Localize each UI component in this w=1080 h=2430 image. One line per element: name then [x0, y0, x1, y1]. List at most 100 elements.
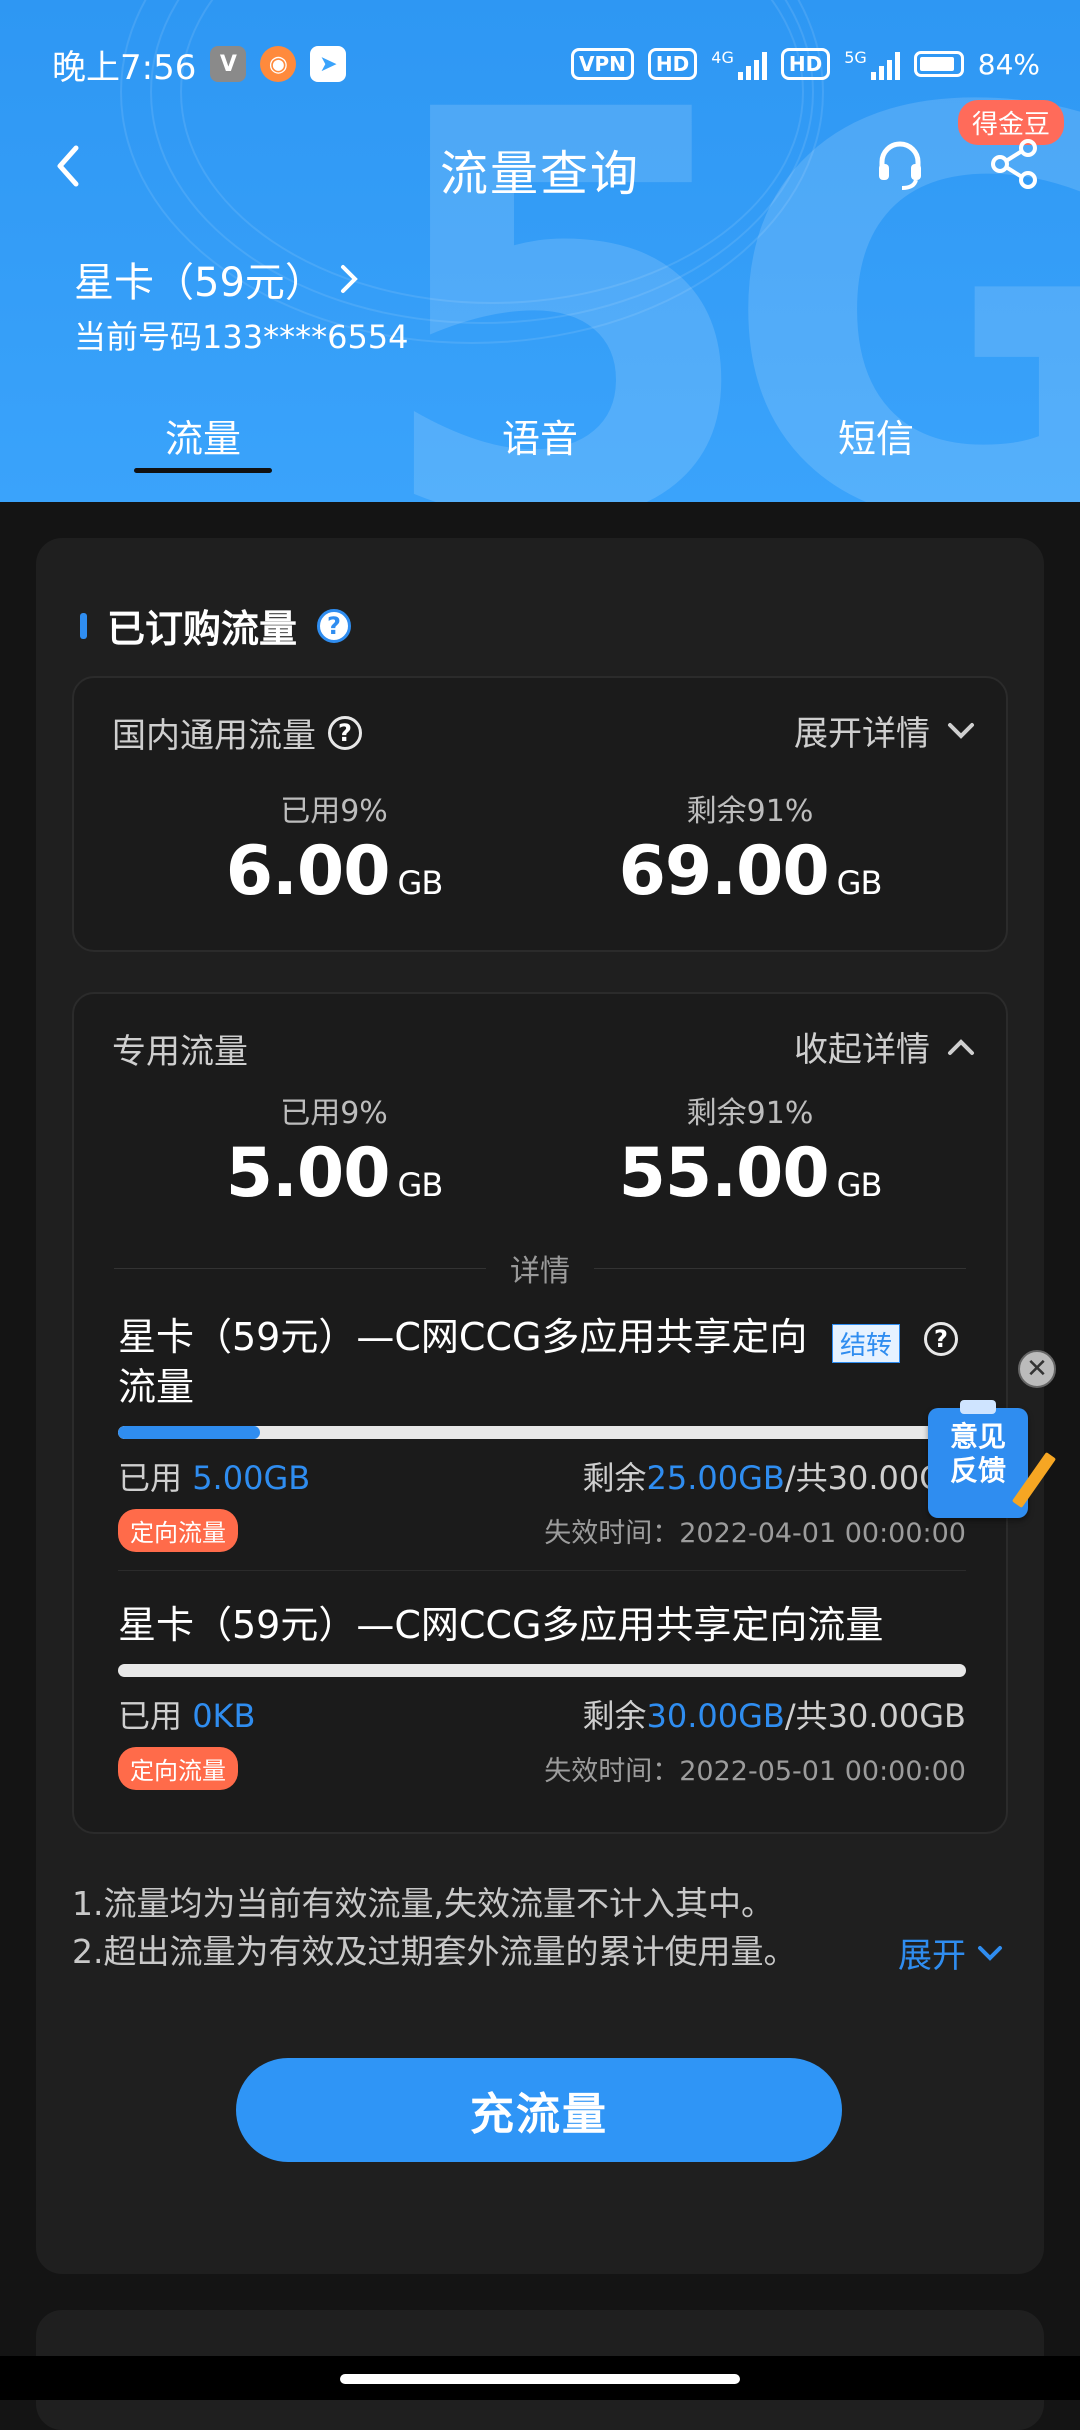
battery-icon [913, 51, 964, 77]
network-type: 4G [711, 47, 734, 67]
unit-label: GB [397, 864, 444, 902]
status-bar: 晚上7:56 V ◉ ➤ VPN HD 4G HD 5G 84% [52, 38, 1040, 90]
used-percent-label: 已用9% [280, 794, 388, 829]
dedicated-data-panel: 专用流量 收起详情 已用9% 5.00 GB 剩余91% 55.00 GB 详情 星… [72, 992, 1008, 1834]
used-amount: 5.00 [225, 1134, 391, 1213]
notes: 1.流量均为当前有效流量,失效流量不计入其中。 2.超出流量为有效及过期套外流量… [72, 1880, 1012, 1976]
details-label: 详情 [510, 1254, 570, 1289]
details-divider: 详情 [114, 1248, 966, 1289]
remaining-value: 55.00 GB [590, 1134, 910, 1213]
chevron-right-icon [340, 265, 358, 293]
item-name: 星卡（59元）—C网CCG多应用共享定向流量 [118, 1603, 884, 1647]
help-icon[interactable]: ? [924, 1322, 959, 1356]
usage-progress-fill [118, 1426, 260, 1439]
used-line: 已用 0KB [118, 1691, 255, 1737]
header: 5G 晚上7:56 V ◉ ➤ VPN HD 4G HD 5G 84% 得金豆 … [0, 0, 1080, 502]
dedicated-title-label: 专用流量 [112, 1032, 248, 1072]
hd-indicator: HD [780, 48, 831, 80]
domestic-remaining-stat: 剩余91% 69.00 GB [590, 786, 910, 911]
tab-sms[interactable]: 短信 [786, 408, 966, 463]
tag-row: 定向流量 失效时间：2022-04-01 00:00:00 [118, 1509, 966, 1552]
subscribed-data-card: 已订购流量 ? 国内通用流量 ? 展开详情 已用9% 6.00 GB 剩余91% … [36, 538, 1044, 2274]
tag-row: 定向流量 失效时间：2022-05-01 00:00:00 [118, 1747, 966, 1790]
expire-time: 失效时间：2022-05-01 00:00:00 [544, 1756, 966, 1787]
clipboard-clip [960, 1400, 996, 1414]
remaining-amount: 30.00GB [646, 1697, 785, 1735]
remaining-percent-label: 剩余91% [686, 794, 814, 829]
used-prefix: 已用 [118, 1697, 183, 1735]
used-amount: 6.00 [225, 832, 391, 911]
transfer-tag: 结转 [832, 1324, 901, 1363]
feedback-label: 意见 [949, 1420, 1006, 1453]
help-icon[interactable]: ? [317, 608, 352, 643]
tab-indicator [134, 468, 272, 473]
remaining-prefix: 剩余 [582, 1459, 647, 1497]
chevron-up-icon [948, 1038, 974, 1055]
remaining-prefix: 剩余 [582, 1697, 647, 1735]
plan-name-label: 星卡（59元） [74, 260, 325, 306]
section-heading: 已订购流量 ? [80, 598, 352, 653]
domestic-title: 国内通用流量 ? [112, 708, 362, 757]
close-feedback-button[interactable]: ✕ [1018, 1350, 1056, 1388]
feedback-button[interactable]: 意见 反馈 [928, 1400, 1057, 1518]
note-line: 1.流量均为当前有效流量,失效流量不计入其中。 [72, 1884, 774, 1923]
domestic-data-panel: 国内通用流量 ? 展开详情 已用9% 6.00 GB 剩余91% 69.00 GB [72, 676, 1008, 952]
feedback-label: 反馈 [949, 1454, 1006, 1487]
item-name: 星卡（59元）—C网CCG多应用共享定向流量 [118, 1315, 808, 1409]
expand-notes-label: 展开 [898, 1936, 966, 1976]
app-v-icon: V [210, 46, 247, 82]
app-orange-icon: ◉ [260, 46, 297, 82]
domestic-title-label: 国内通用流量 [112, 716, 316, 756]
dedicated-remaining-stat: 剩余91% 55.00 GB [590, 1088, 910, 1213]
used-value: 5.00 GB [174, 1134, 494, 1213]
domestic-used-stat: 已用9% 6.00 GB [174, 786, 494, 911]
usage-progress-bar [118, 1426, 966, 1439]
top-up-data-button[interactable]: 充流量 [236, 2058, 842, 2162]
total-amount: /共30.00GB [784, 1697, 966, 1735]
status-time: 晚上7:56 [52, 47, 197, 88]
vpn-indicator: VPN [571, 48, 634, 80]
unit-label: GB [836, 864, 883, 902]
customer-service-button[interactable] [870, 134, 930, 194]
remaining-line: 剩余30.00GB/共30.00GB [582, 1691, 966, 1737]
plan-selector[interactable]: 星卡（59元） [74, 250, 361, 308]
used-value: 6.00 GB [174, 832, 494, 911]
app-telegram-icon: ➤ [310, 46, 347, 82]
expand-notes-button[interactable]: 展开 [878, 1928, 1004, 1977]
section-title: 已订购流量 [107, 607, 298, 651]
help-icon[interactable]: ? [328, 715, 362, 750]
directional-data-tag: 定向流量 [118, 1509, 238, 1552]
expand-details-button[interactable]: 展开详情 [794, 706, 976, 755]
unit-label: GB [397, 1166, 444, 1204]
share-button[interactable] [984, 134, 1044, 194]
nav-bar: 流量查询 [0, 130, 1080, 202]
signal-icon [737, 48, 767, 80]
used-amount: 5.00GB [192, 1459, 311, 1497]
used-prefix: 已用 [118, 1459, 183, 1497]
collapse-details-button[interactable]: 收起详情 [794, 1022, 976, 1071]
unit-label: GB [836, 1166, 883, 1204]
share-icon [991, 139, 1037, 189]
used-percent-label: 已用9% [280, 1096, 388, 1131]
home-indicator[interactable] [340, 2374, 740, 2384]
dedicated-used-stat: 已用9% 5.00 GB [174, 1088, 494, 1213]
list-item: 星卡（59元）—C网CCG多应用共享定向流量 结转 ? 已用 5.00GB 剩余… [118, 1312, 966, 1552]
tab-data[interactable]: 流量 [113, 408, 293, 463]
hd-indicator: HD [647, 48, 698, 80]
remaining-amount: 69.00 [618, 832, 830, 911]
used-line: 已用 5.00GB [118, 1453, 310, 1499]
remaining-line: 剩余25.00GB/共30.00GB [582, 1453, 966, 1499]
directional-data-tag: 定向流量 [118, 1747, 238, 1790]
collapse-details-label: 收起详情 [794, 1030, 930, 1070]
remaining-amount: 25.00GB [646, 1459, 785, 1497]
usage-progress-bar [118, 1664, 966, 1677]
battery-percent: 84% [977, 47, 1040, 81]
tab-voice[interactable]: 语音 [450, 408, 630, 463]
expire-time: 失效时间：2022-04-01 00:00:00 [544, 1518, 966, 1549]
tab-bar: 流量 语音 短信 [0, 400, 1080, 480]
chevron-down-icon [978, 1945, 1002, 1961]
dedicated-title: 专用流量 [112, 1024, 248, 1073]
item-divider [118, 1570, 966, 1571]
remaining-value: 69.00 GB [590, 832, 910, 911]
remaining-amount: 55.00 [618, 1134, 830, 1213]
